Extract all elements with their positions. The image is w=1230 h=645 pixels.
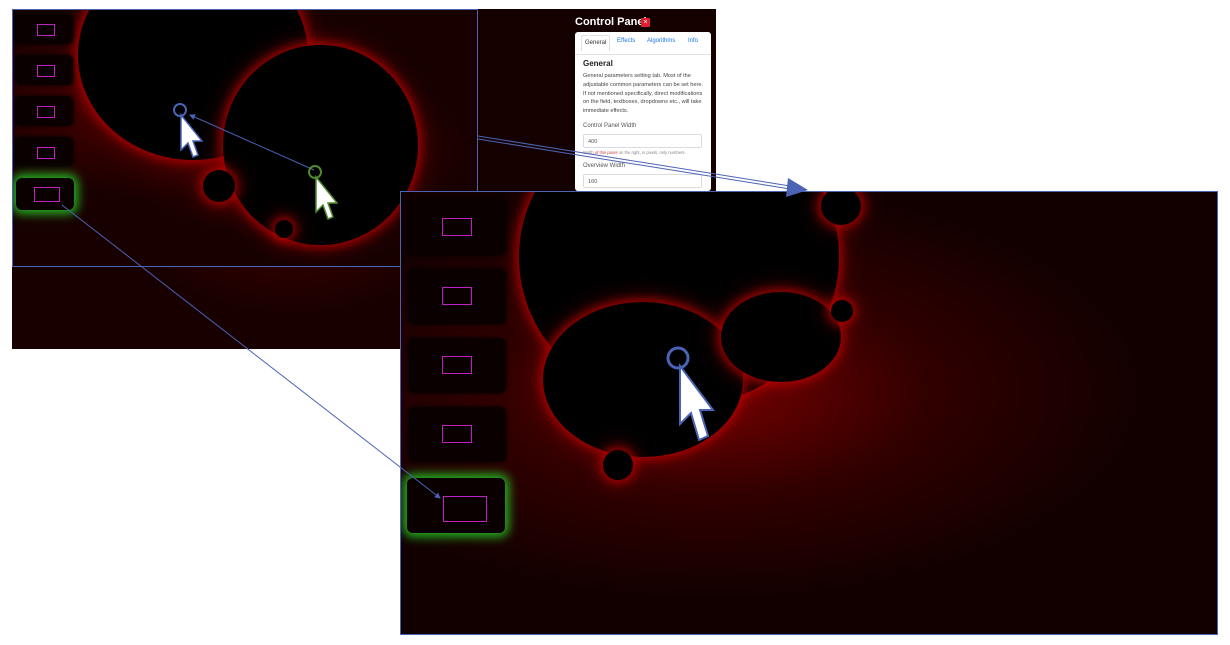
arrowhead-icon (786, 178, 808, 197)
annotation-overlay (61, 103, 808, 499)
target-circle-icon (308, 165, 322, 179)
connector-arrow (61, 204, 441, 499)
target-circle-icon (173, 103, 187, 117)
target-circle-icon (666, 346, 690, 370)
connector-arrow (477, 135, 791, 187)
cursor-arrow-icon (679, 363, 715, 442)
cursor-arrow-icon (315, 174, 339, 220)
connector-arrow (189, 114, 315, 171)
connector-arrow (477, 138, 791, 190)
cursor-arrow-icon (180, 112, 204, 158)
